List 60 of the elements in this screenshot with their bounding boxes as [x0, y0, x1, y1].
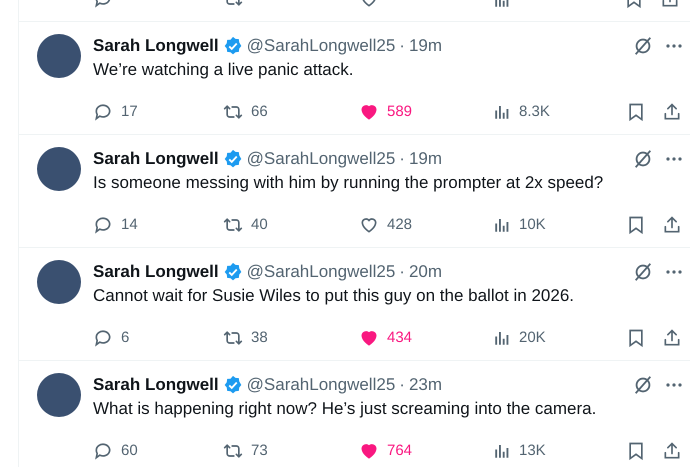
repost-count[interactable]: 38: [251, 326, 268, 349]
separator-dot: ·: [399, 374, 405, 396]
author-handle[interactable]: @SarahLongwell25: [246, 34, 396, 58]
post-time[interactable]: 23m: [408, 373, 442, 397]
post-time[interactable]: 19m: [408, 147, 442, 171]
author-handle[interactable]: @SarahLongwell25: [246, 147, 396, 171]
slashed-circle-icon[interactable]: [632, 374, 654, 396]
like-count[interactable]: 434: [387, 326, 412, 349]
reply-icon: [93, 102, 113, 122]
verified-badge-icon: [222, 36, 243, 56]
repost-count[interactable]: 73: [251, 440, 268, 462]
like-count[interactable]: 428: [387, 214, 412, 236]
view-count[interactable]: 13K: [519, 440, 546, 462]
avatar-placeholder[interactable]: [37, 147, 81, 191]
reply-count[interactable]: 6: [121, 326, 130, 349]
repost-count[interactable]: 66: [251, 100, 268, 123]
author-name[interactable]: Sarah Longwell: [93, 373, 219, 397]
more-icon[interactable]: [666, 157, 682, 161]
author-handle[interactable]: @SarahLongwell25: [246, 260, 396, 284]
reply-count[interactable]: 14: [121, 214, 138, 236]
post-text: What is happening right now? He’s just screaming into the camera.: [93, 398, 598, 420]
author-name[interactable]: Sarah Longwell: [93, 147, 219, 171]
reply-icon: [93, 328, 113, 348]
post-text: We’re watching a live panic attack.: [93, 59, 354, 81]
reply-count[interactable]: 17: [121, 100, 138, 123]
avatar-placeholder[interactable]: [37, 260, 81, 304]
avatar-placeholder[interactable]: [37, 373, 81, 417]
repost-count[interactable]: 40: [251, 214, 268, 236]
share-icon[interactable]: [662, 102, 682, 122]
share-icon[interactable]: [662, 214, 682, 235]
view-count[interactable]: 8.3K: [519, 100, 550, 123]
like-count[interactable]: 589: [387, 100, 412, 123]
avatar-placeholder[interactable]: [37, 34, 81, 78]
slashed-circle-icon[interactable]: [632, 148, 654, 170]
view-count[interactable]: 20K: [519, 326, 546, 349]
view-count[interactable]: 10K: [519, 214, 546, 236]
verified-badge-icon: [222, 262, 243, 282]
more-icon[interactable]: [666, 270, 682, 274]
share-icon[interactable]: [662, 440, 682, 461]
separator-dot: ·: [399, 148, 405, 170]
reply-icon: [93, 440, 113, 461]
post-text: Cannot wait for Susie Wiles to put this guy on the ballot in 2026.: [93, 285, 575, 307]
reply-icon: [93, 214, 113, 235]
separator-dot: ·: [399, 261, 405, 283]
like-count[interactable]: 764: [387, 440, 412, 462]
verified-badge-icon: [222, 375, 243, 395]
reply-count[interactable]: 60: [121, 440, 138, 462]
share-icon[interactable]: [662, 328, 682, 348]
more-icon[interactable]: [666, 383, 682, 387]
author-name[interactable]: Sarah Longwell: [93, 260, 219, 284]
post-time[interactable]: 19m: [408, 34, 442, 58]
separator-dot: ·: [399, 35, 405, 57]
post-time[interactable]: 20m: [408, 260, 442, 284]
author-name[interactable]: Sarah Longwell: [93, 34, 219, 58]
post-text: Is someone messing with him by running the prompter at 2x speed?: [93, 172, 604, 194]
verified-badge-icon: [222, 149, 243, 169]
more-icon[interactable]: [666, 44, 682, 48]
slashed-circle-icon[interactable]: [632, 261, 654, 283]
author-handle[interactable]: @SarahLongwell25: [246, 373, 396, 397]
slashed-circle-icon[interactable]: [632, 35, 654, 57]
